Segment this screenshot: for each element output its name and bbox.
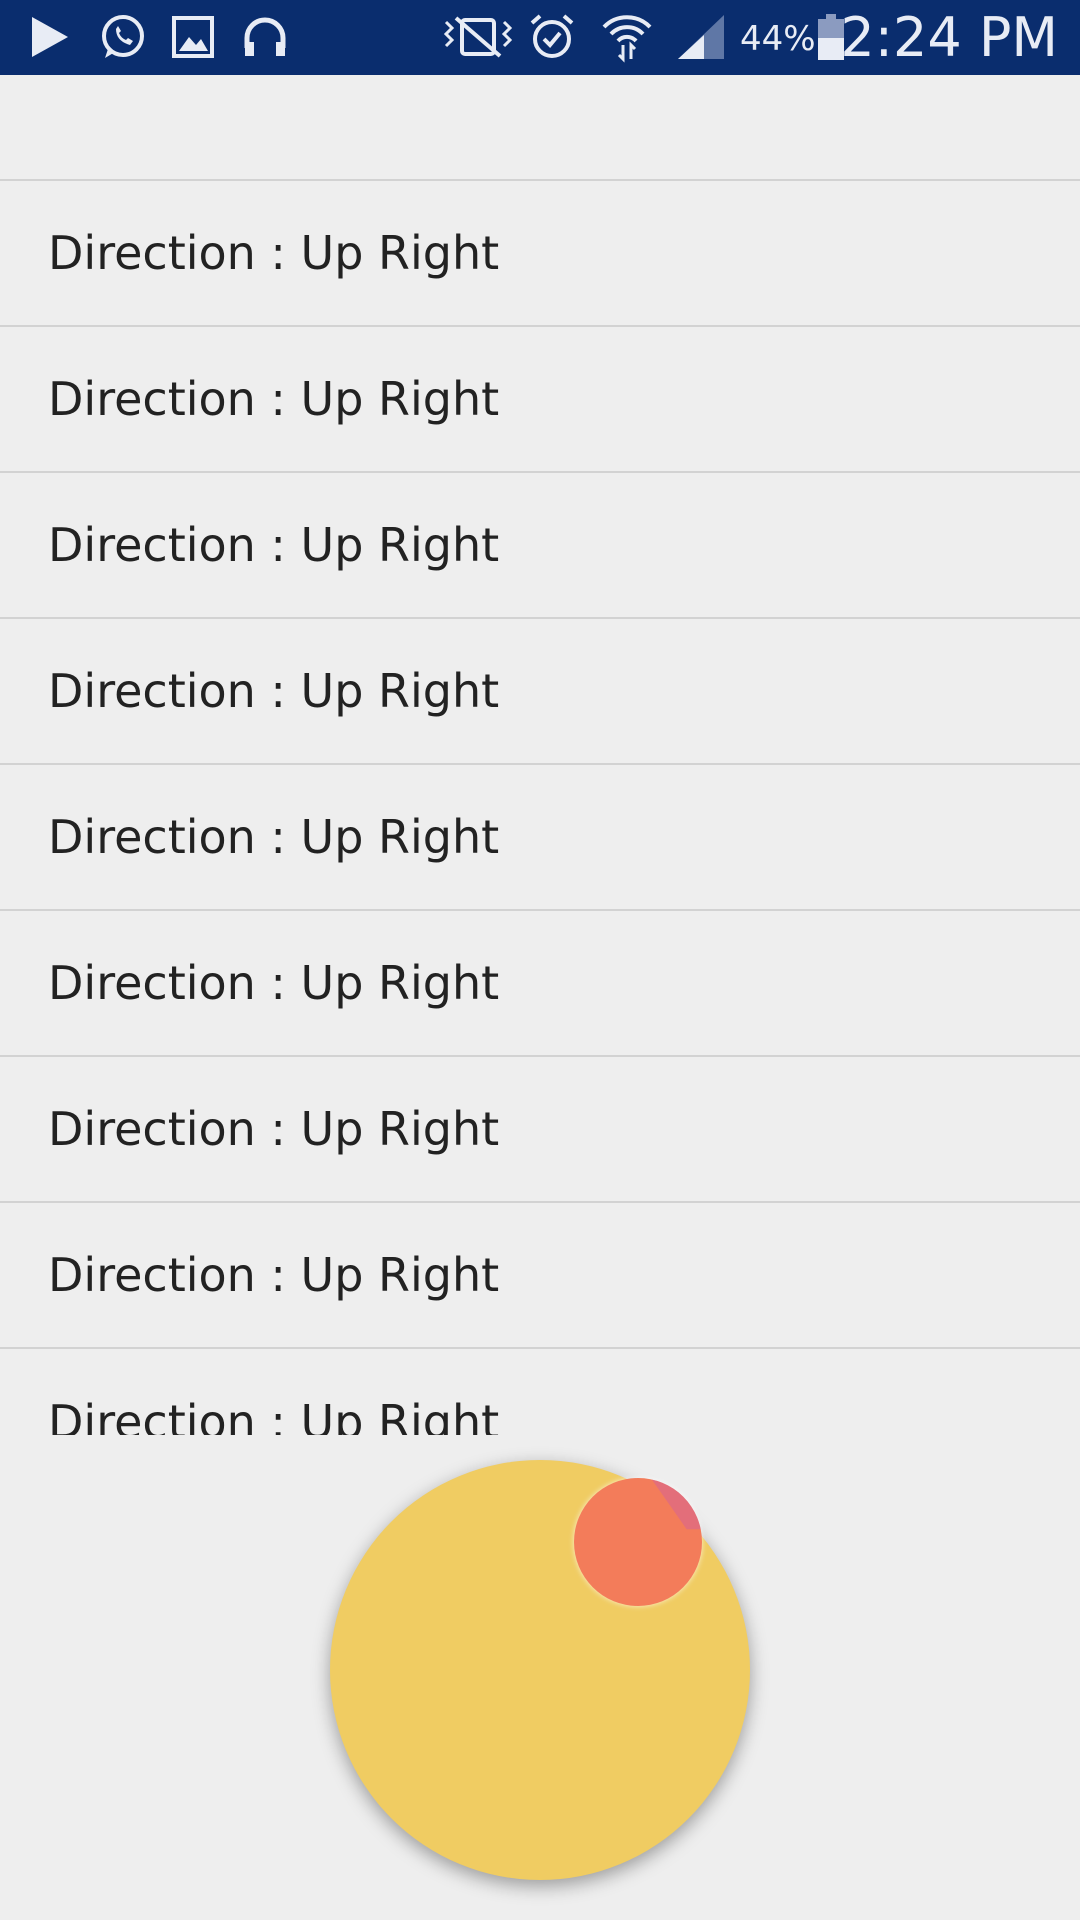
list-item-label: Direction : Up Right	[48, 1395, 500, 1435]
list-item-label: Direction : Up Right	[48, 810, 500, 864]
list-item[interactable]: Direction : Up Right	[0, 327, 1080, 473]
list-item[interactable]: Direction : Up Right	[0, 765, 1080, 911]
list-item-label: Direction : Up Right	[48, 372, 500, 426]
battery-percent: 44%	[740, 19, 816, 59]
list-item[interactable]: Direction : Up Right	[0, 473, 1080, 619]
list-item[interactable]	[0, 75, 1080, 181]
list-item-label: Direction : Up Right	[48, 1102, 500, 1156]
list-item[interactable]: Direction : Up Right	[0, 1057, 1080, 1203]
list-item-label: Direction : Up Right	[48, 1248, 500, 1302]
cell-signal-icon	[672, 12, 728, 62]
list-item-label: Direction : Up Right	[48, 956, 500, 1010]
alarm-icon	[528, 12, 576, 62]
list-item[interactable]: Direction : Up Right	[0, 619, 1080, 765]
list-item-label: Direction : Up Right	[48, 664, 500, 718]
list-item[interactable]: Direction : Up Right	[0, 181, 1080, 327]
play-store-icon	[26, 12, 72, 62]
list-item[interactable]: Direction : Up Right	[0, 1203, 1080, 1349]
gallery-icon	[168, 12, 218, 62]
vibrate-mute-icon	[440, 12, 516, 62]
direction-list[interactable]: Direction : Up Right Direction : Up Righ…	[0, 75, 1080, 1435]
status-bar: 44% 2:24 PM	[0, 0, 1080, 75]
status-time: 2:24 PM	[840, 6, 1058, 69]
whatsapp-icon	[94, 12, 150, 62]
list-item[interactable]: Direction : Up Right	[0, 911, 1080, 1057]
list-item-label: Direction : Up Right	[48, 518, 500, 572]
list-item-label: Direction : Up Right	[48, 226, 500, 280]
wifi-icon	[600, 12, 654, 63]
joystick-thumb[interactable]	[574, 1478, 702, 1606]
list-item[interactable]: Direction : Up Right	[0, 1349, 1080, 1435]
headphones-icon	[238, 12, 292, 62]
